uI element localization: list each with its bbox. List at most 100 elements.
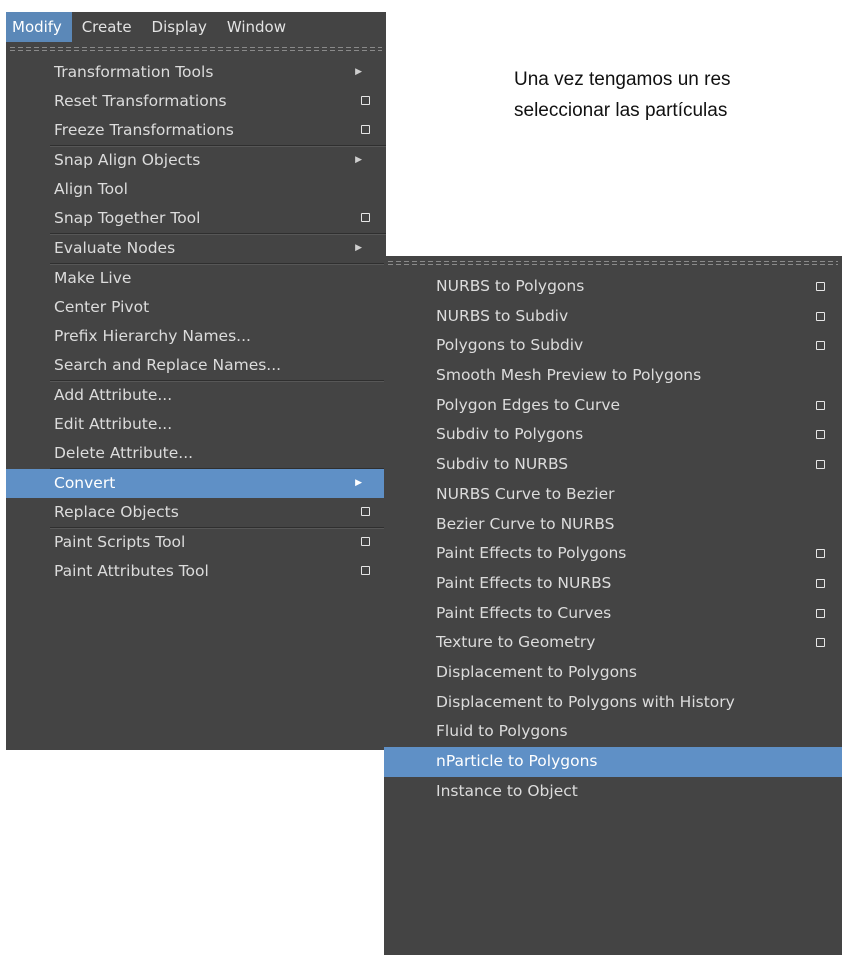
menu-item-label: Reset Transformations <box>54 92 227 110</box>
menu-item-label: NURBS to Polygons <box>436 277 585 295</box>
menu-item-label: Polygons to Subdiv <box>436 336 584 355</box>
submenu-arrow-icon: ▶ <box>355 67 362 77</box>
option-box-icon[interactable] <box>816 400 825 410</box>
menu-item-paint-effects-to-nurbs[interactable]: Paint Effects to NURBS <box>384 569 842 599</box>
menu-item-label: Bezier Curve to NURBS <box>436 514 615 533</box>
menu-item-nurbs-curve-to-bezier[interactable]: NURBS Curve to Bezier <box>384 480 842 510</box>
option-box-icon[interactable] <box>816 282 825 291</box>
menu-item-fluid-to-polygons[interactable]: Fluid to Polygons <box>384 717 842 747</box>
document-text: Una vez tengamos un res seleccionar las … <box>514 64 842 126</box>
menu-item-label: Displacement to Polygons with History <box>436 692 735 711</box>
menu-item-label: Freeze Transformations <box>54 121 234 139</box>
menu-item-label: Search and Replace Names... <box>54 356 282 374</box>
option-box-icon[interactable] <box>361 125 370 134</box>
menu-display[interactable]: Display <box>142 12 217 42</box>
menu-item-label: Center Pivot <box>54 298 150 316</box>
menu-item-label: Paint Effects to Curves <box>436 603 612 622</box>
tearoff-handle[interactable] <box>6 42 386 58</box>
option-box-icon[interactable] <box>816 341 825 351</box>
option-box-icon[interactable] <box>361 213 370 222</box>
menu-item-nparticle-to-polygons[interactable]: nParticle to Polygons <box>384 747 842 777</box>
menu-item-label: NURBS to Subdiv <box>436 306 569 325</box>
menu-item-label: Subdiv to NURBS <box>436 455 569 474</box>
menu-item-label: Snap Align Objects <box>54 151 201 169</box>
menu-item-label: Paint Effects to NURBS <box>436 573 612 592</box>
menu-item-instance-to-object[interactable]: Instance to Object <box>384 777 842 807</box>
option-box-icon[interactable] <box>361 507 370 516</box>
menu-modify[interactable]: Modify <box>6 12 72 42</box>
menu-item-snap-together-tool[interactable]: Snap Together Tool <box>6 204 386 233</box>
menu-item-displacement-to-polygons-with-history[interactable]: Displacement to Polygons with History <box>384 688 842 718</box>
menu-item-center-pivot[interactable]: Center Pivot <box>6 293 386 322</box>
option-box-icon[interactable] <box>361 537 370 546</box>
option-box-icon[interactable] <box>816 311 825 321</box>
menu-item-label: Align Tool <box>54 180 128 198</box>
menu-item-label: Paint Effects to Polygons <box>436 544 627 563</box>
menu-create[interactable]: Create <box>72 12 142 42</box>
menu-bar: Modify Create Display Window <box>6 12 386 42</box>
menu-item-snap-align-objects[interactable]: Snap Align Objects ▶ <box>6 146 386 175</box>
text-line-2: seleccionar las partículas <box>514 100 728 121</box>
modify-menu: Transformation Tools ▶ Reset Transformat… <box>6 42 386 750</box>
menu-item-subdiv-to-nurbs[interactable]: Subdiv to NURBS <box>384 450 842 480</box>
menu-item-paint-scripts-tool[interactable]: Paint Scripts Tool <box>6 528 386 557</box>
menu-item-label: Replace Objects <box>54 503 179 521</box>
menu-item-evaluate-nodes[interactable]: Evaluate Nodes ▶ <box>6 234 386 263</box>
menu-item-label: Make Live <box>54 269 132 287</box>
menu-item-add-attribute[interactable]: Add Attribute... <box>6 381 386 410</box>
option-box-icon[interactable] <box>816 430 825 440</box>
menu-item-prefix-hierarchy-names[interactable]: Prefix Hierarchy Names... <box>6 322 386 351</box>
option-box-icon[interactable] <box>816 638 825 648</box>
menu-item-nurbs-to-polygons[interactable]: NURBS to Polygons <box>384 272 842 302</box>
text-line-1: Una vez tengamos un res <box>514 69 731 90</box>
menu-item-make-live[interactable]: Make Live <box>6 264 386 293</box>
menu-item-label: Polygon Edges to Curve <box>436 395 621 414</box>
menu-item-label: Prefix Hierarchy Names... <box>54 327 251 345</box>
menu-item-paint-effects-to-curves[interactable]: Paint Effects to Curves <box>384 599 842 629</box>
menu-item-texture-to-geometry[interactable]: Texture to Geometry <box>384 628 842 658</box>
option-box-icon[interactable] <box>816 460 825 470</box>
menu-item-label: Subdiv to Polygons <box>436 425 584 444</box>
menu-item-replace-objects[interactable]: Replace Objects <box>6 498 386 527</box>
submenu-arrow-icon: ▶ <box>355 478 362 488</box>
option-box-icon[interactable] <box>816 578 825 588</box>
menu-item-paint-effects-to-polygons[interactable]: Paint Effects to Polygons <box>384 539 842 569</box>
menu-item-smooth-mesh-preview-to-polygons[interactable]: Smooth Mesh Preview to Polygons <box>384 361 842 391</box>
menu-item-label: Displacement to Polygons <box>436 662 637 681</box>
menu-item-subdiv-to-polygons[interactable]: Subdiv to Polygons <box>384 420 842 450</box>
menu-item-nurbs-to-subdiv[interactable]: NURBS to Subdiv <box>384 302 842 332</box>
menu-item-label: Fluid to Polygons <box>436 722 568 741</box>
menu-item-align-tool[interactable]: Align Tool <box>6 175 386 204</box>
menu-item-transformation-tools[interactable]: Transformation Tools ▶ <box>6 58 386 87</box>
submenu-arrow-icon: ▶ <box>355 155 362 165</box>
menu-item-label: Convert <box>54 474 116 492</box>
option-box-icon[interactable] <box>361 96 370 105</box>
menu-item-delete-attribute[interactable]: Delete Attribute... <box>6 439 386 468</box>
menu-item-label: NURBS Curve to Bezier <box>436 484 615 503</box>
menu-item-polygons-to-subdiv[interactable]: Polygons to Subdiv <box>384 331 842 361</box>
menu-window[interactable]: Window <box>217 12 296 42</box>
menu-item-convert[interactable]: Convert ▶ <box>6 469 386 498</box>
menu-item-bezier-curve-to-nurbs[interactable]: Bezier Curve to NURBS <box>384 510 842 540</box>
menu-item-label: Instance to Object <box>436 781 578 800</box>
menu-item-label: Edit Attribute... <box>54 415 173 433</box>
menu-item-label: Evaluate Nodes <box>54 239 176 257</box>
menu-item-polygon-edges-to-curve[interactable]: Polygon Edges to Curve <box>384 391 842 421</box>
convert-submenu: NURBS to Polygons NURBS to Subdiv Polygo… <box>384 256 842 955</box>
menu-item-label: Snap Together Tool <box>54 209 201 227</box>
menu-item-freeze-transformations[interactable]: Freeze Transformations <box>6 116 386 145</box>
menu-item-reset-transformations[interactable]: Reset Transformations <box>6 87 386 116</box>
menu-item-label: Paint Scripts Tool <box>54 533 186 551</box>
tearoff-handle[interactable] <box>384 256 842 272</box>
menu-item-displacement-to-polygons[interactable]: Displacement to Polygons <box>384 658 842 688</box>
option-box-icon[interactable] <box>361 566 370 575</box>
option-box-icon[interactable] <box>816 549 825 559</box>
submenu-arrow-icon: ▶ <box>355 243 362 253</box>
menu-item-paint-attributes-tool[interactable]: Paint Attributes Tool <box>6 557 386 586</box>
menu-item-label: Smooth Mesh Preview to Polygons <box>436 366 702 385</box>
menu-item-label: nParticle to Polygons <box>436 752 598 770</box>
menu-item-search-replace-names[interactable]: Search and Replace Names... <box>6 351 386 380</box>
option-box-icon[interactable] <box>816 608 825 618</box>
menu-item-edit-attribute[interactable]: Edit Attribute... <box>6 410 386 439</box>
menu-item-label: Delete Attribute... <box>54 444 194 462</box>
